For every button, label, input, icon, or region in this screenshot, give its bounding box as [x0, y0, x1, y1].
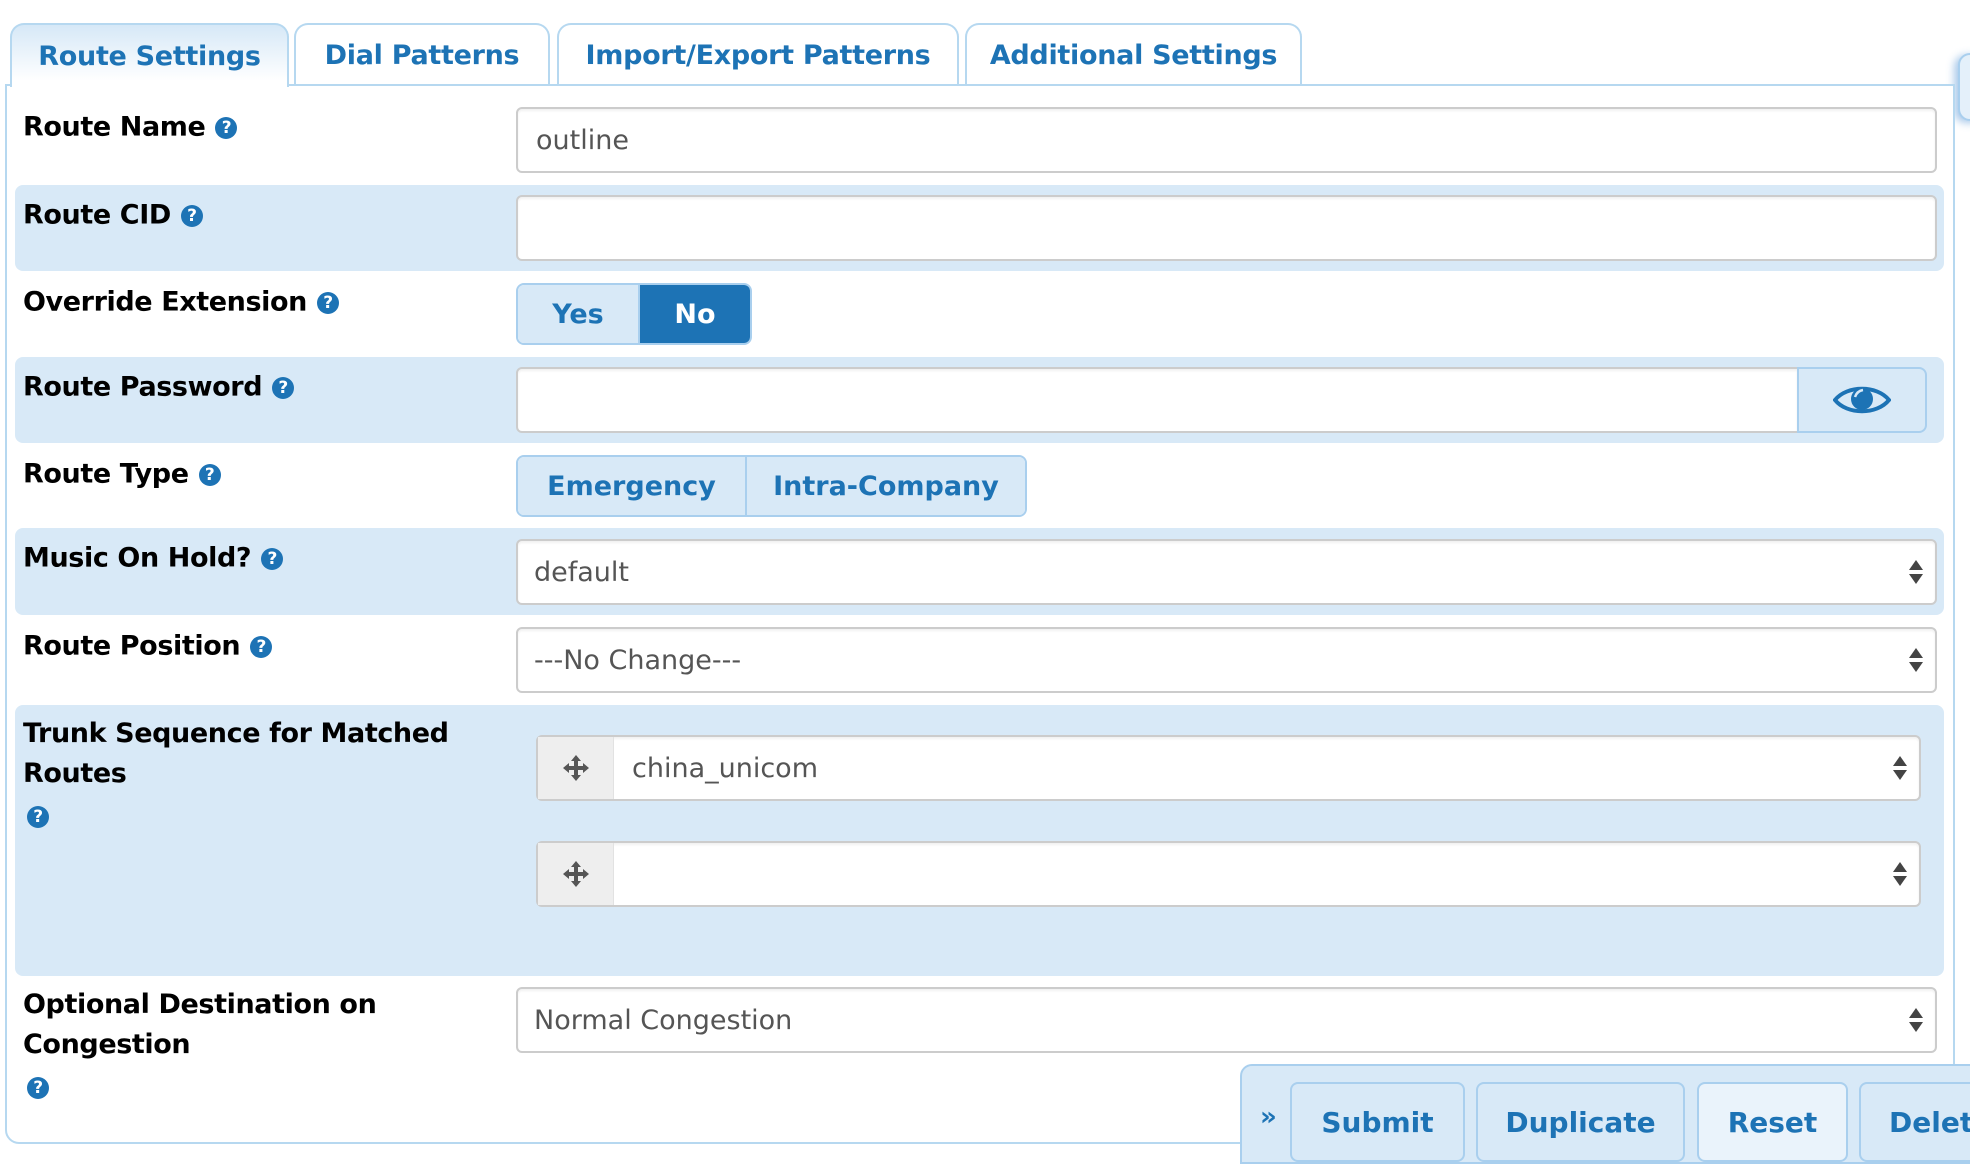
tab-label: Import/Export Patterns	[585, 39, 931, 71]
route-name-input[interactable]: outline	[516, 107, 1937, 173]
drag-handle[interactable]	[538, 737, 614, 799]
select-arrows-icon	[1909, 1006, 1923, 1034]
route-password-label: Route Password?	[23, 367, 295, 408]
congestion-destination-select[interactable]: Normal Congestion	[516, 987, 1937, 1053]
help-icon[interactable]: ?	[261, 547, 284, 570]
selected-value: ---No Change---	[534, 644, 742, 676]
music-on-hold-label: Music On Hold??	[23, 538, 284, 579]
option-label: Intra-Company	[773, 470, 999, 502]
route-name-value: outline	[536, 124, 629, 156]
help-icon[interactable]: ?	[272, 376, 295, 399]
tab-import-export-patterns[interactable]: Import/Export Patterns	[557, 23, 959, 85]
tab-label: Dial Patterns	[324, 39, 520, 71]
option-label: Yes	[552, 298, 604, 330]
action-bar: » Submit Duplicate Reset Delet	[1240, 1064, 1970, 1164]
button-label: Reset	[1727, 1105, 1818, 1139]
label-text: Route Password	[23, 371, 263, 403]
collapse-actions-icon[interactable]: »	[1260, 1102, 1277, 1132]
submit-button[interactable]: Submit	[1290, 1082, 1465, 1162]
help-icon[interactable]: ?	[27, 1076, 49, 1099]
trunk-select-1[interactable]: china_unicom	[536, 735, 1921, 801]
drag-handle[interactable]	[538, 843, 614, 905]
help-icon[interactable]: ?	[27, 805, 49, 828]
label-line: Congestion	[23, 1029, 191, 1060]
button-label: Duplicate	[1505, 1105, 1656, 1139]
congestion-label: Optional Destination on Congestion ?	[23, 985, 377, 1107]
side-panel-toggle[interactable]	[1958, 53, 1970, 121]
trunk-sequence-label: Trunk Sequence for Matched Routes ?	[23, 714, 449, 836]
reset-button[interactable]: Reset	[1697, 1082, 1848, 1162]
tab-route-settings[interactable]: Route Settings	[10, 23, 289, 87]
button-label: Submit	[1321, 1105, 1434, 1139]
help-icon[interactable]: ?	[317, 291, 339, 314]
route-name-label: Route Name?	[23, 107, 238, 148]
delete-button[interactable]: Delet	[1859, 1082, 1970, 1162]
tab-additional-settings[interactable]: Additional Settings	[965, 23, 1302, 85]
select-arrows-icon	[1893, 860, 1907, 888]
move-icon	[562, 755, 589, 781]
label-text: Route CID	[23, 199, 171, 231]
option-label: No	[674, 298, 716, 330]
tab-label: Route Settings	[38, 40, 261, 72]
help-icon[interactable]: ?	[215, 116, 238, 139]
route-cid-input[interactable]	[516, 195, 1937, 261]
route-type-label: Route Type?	[23, 454, 221, 495]
select-arrows-icon	[1893, 754, 1907, 782]
button-label: Delet	[1889, 1105, 1970, 1139]
select-arrows-icon	[1909, 646, 1923, 674]
label-line: Routes	[23, 758, 127, 789]
label-text: Route Position	[23, 630, 241, 662]
label-text: Route Name	[23, 111, 206, 143]
show-password-button[interactable]	[1797, 367, 1927, 433]
select-arrows-icon	[1909, 558, 1923, 586]
eye-icon	[1833, 386, 1891, 414]
override-yes-button[interactable]: Yes	[518, 285, 638, 343]
override-no-button[interactable]: No	[638, 285, 750, 343]
help-icon[interactable]: ?	[198, 463, 221, 486]
route-position-select[interactable]: ---No Change---	[516, 627, 1937, 693]
tab-label: Additional Settings	[989, 39, 1278, 71]
override-extension-label: Override Extension?	[23, 282, 339, 323]
route-type-intra-company-button[interactable]: Intra-Company	[745, 457, 1025, 515]
route-password-input[interactable]	[516, 367, 1799, 433]
label-line: Trunk Sequence for Matched	[23, 718, 449, 749]
help-icon[interactable]: ?	[180, 204, 203, 227]
label-text: Route Type	[23, 458, 189, 490]
move-icon	[562, 861, 589, 887]
route-type-emergency-button[interactable]: Emergency	[518, 457, 745, 515]
label-text: Override Extension	[23, 286, 307, 318]
selected-value: default	[534, 556, 630, 588]
route-type-options: Emergency Intra-Company	[516, 455, 1027, 517]
label-text: Music On Hold?	[23, 542, 252, 574]
route-cid-label: Route CID?	[23, 195, 203, 236]
route-position-label: Route Position?	[23, 626, 273, 667]
tab-dial-patterns[interactable]: Dial Patterns	[294, 23, 550, 85]
override-extension-toggle: Yes No	[516, 283, 752, 345]
help-icon[interactable]: ?	[250, 635, 273, 658]
label-line: Optional Destination on	[23, 989, 377, 1020]
option-label: Emergency	[547, 470, 716, 502]
music-on-hold-select[interactable]: default	[516, 539, 1937, 605]
duplicate-button[interactable]: Duplicate	[1476, 1082, 1685, 1162]
selected-trunk: china_unicom	[632, 752, 819, 784]
selected-value: Normal Congestion	[534, 1004, 793, 1036]
trunk-select-2[interactable]	[536, 841, 1921, 907]
